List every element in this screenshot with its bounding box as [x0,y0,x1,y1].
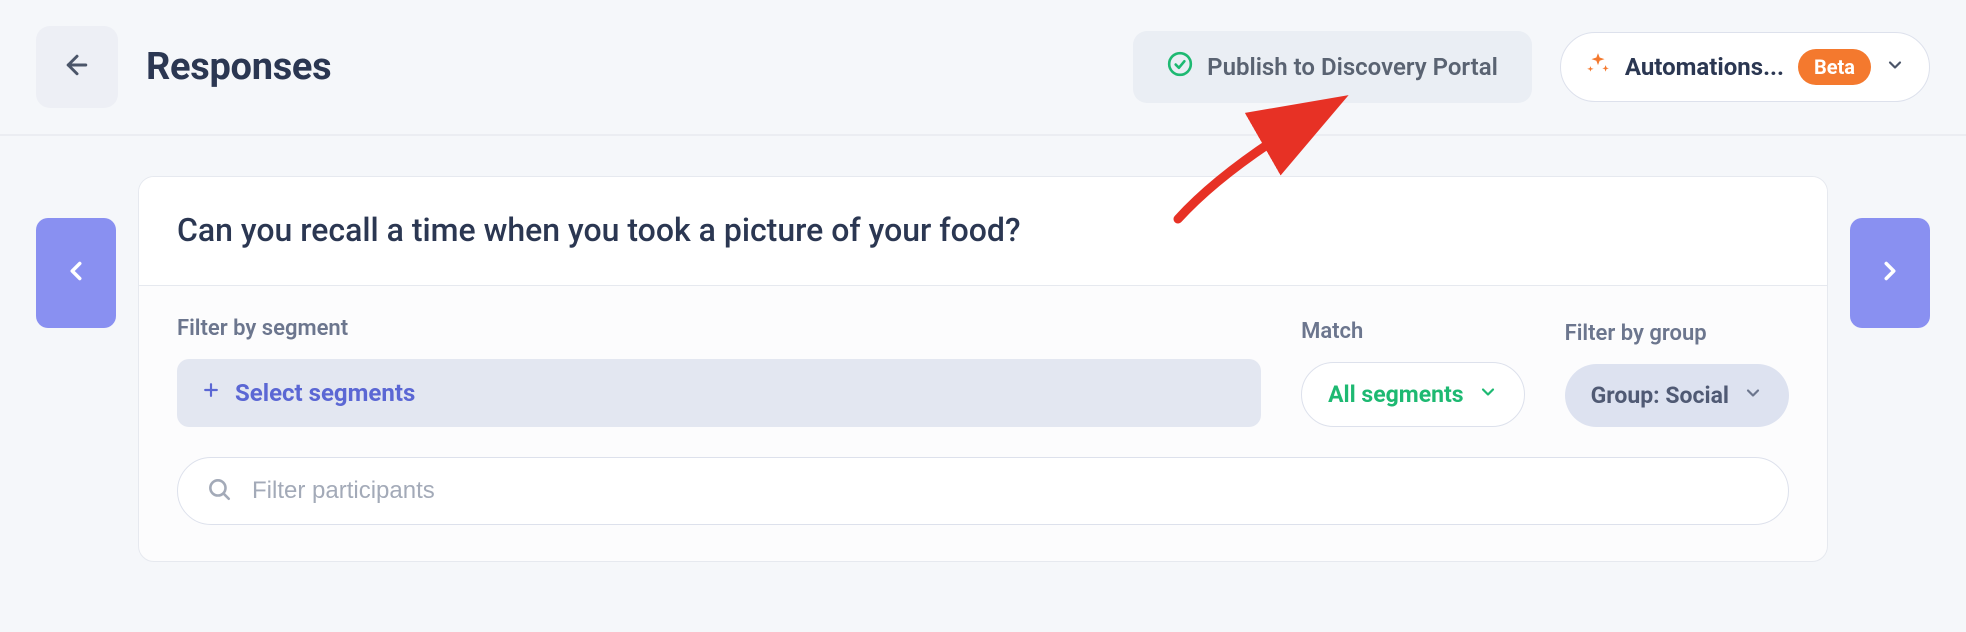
filter-by-segment-label: Filter by segment [177,316,1261,341]
filter-by-segment-group: Filter by segment Select segments [177,316,1261,427]
question-card: Can you recall a time when you took a pi… [138,176,1828,562]
previous-question-button[interactable] [36,218,116,328]
chevron-right-icon [1875,256,1905,290]
automations-button[interactable]: Automations... Beta [1560,32,1930,102]
match-label: Match [1301,319,1525,344]
automations-button-label: Automations... [1625,53,1784,81]
match-group: Match All segments [1301,319,1525,427]
check-circle-icon [1167,51,1193,83]
page-title: Responses [146,45,331,89]
next-question-button[interactable] [1850,218,1930,328]
publish-button-label: Publish to Discovery Portal [1207,53,1498,81]
group-select[interactable]: Group: Social [1565,364,1789,427]
question-title: Can you recall a time when you took a pi… [139,177,1827,286]
chevron-down-icon [1743,382,1763,409]
chevron-down-icon [1885,53,1905,81]
plus-icon [201,380,221,406]
search-row [139,457,1827,561]
sparkles-icon [1585,51,1611,83]
filter-participants-field[interactable] [177,457,1789,525]
group-value: Group: Social [1591,382,1729,409]
select-segments-label: Select segments [235,379,415,407]
match-value: All segments [1328,381,1464,408]
filter-participants-input[interactable] [250,476,1760,506]
chevron-left-icon [61,256,91,290]
select-segments-button[interactable]: Select segments [177,359,1261,427]
filter-by-group-label: Filter by group [1565,321,1789,346]
content-row: Can you recall a time when you took a pi… [0,136,1966,562]
filter-row: Filter by segment Select segments Match … [139,286,1827,457]
chevron-down-icon [1478,381,1498,408]
page-header: Responses Publish to Discovery Portal Au… [0,0,1966,136]
arrow-left-icon [62,50,92,84]
match-select[interactable]: All segments [1301,362,1525,427]
beta-badge: Beta [1798,49,1871,85]
publish-button[interactable]: Publish to Discovery Portal [1133,31,1532,103]
back-button[interactable] [36,26,118,108]
search-icon [206,476,232,506]
filter-by-group-group: Filter by group Group: Social [1565,321,1789,427]
